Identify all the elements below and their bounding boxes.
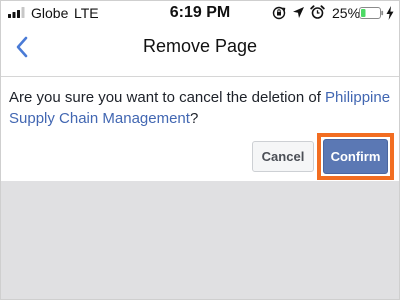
carrier-name: Globe xyxy=(31,5,69,21)
network-type: LTE xyxy=(74,5,99,21)
battery-percentage: 25% xyxy=(332,5,361,21)
cancel-button[interactable]: Cancel xyxy=(252,141,314,172)
chevron-left-icon xyxy=(16,36,28,58)
alarm-clock-icon xyxy=(310,5,325,19)
dimmed-background xyxy=(1,181,399,299)
page-title: Remove Page xyxy=(142,36,258,56)
confirm-button[interactable]: Confirm xyxy=(323,139,388,174)
signal-bars-icon xyxy=(8,7,25,18)
message-prefix: Are you sure you want to cancel the dele… xyxy=(9,89,326,106)
charging-bolt-icon xyxy=(386,6,394,20)
app-frame: Globe LTE 6:19 PM 25% Remove Page Are yo… xyxy=(0,0,400,300)
location-arrow-icon xyxy=(293,7,304,18)
battery-icon xyxy=(359,7,384,19)
confirmation-dialog: Are you sure you want to cancel the dele… xyxy=(1,77,399,181)
navigation-bar: Remove Page xyxy=(1,25,399,69)
confirmation-message: Are you sure you want to cancel the dele… xyxy=(9,87,391,129)
status-bar: Globe LTE 6:19 PM 25% xyxy=(1,1,399,25)
message-suffix: ? xyxy=(189,110,199,127)
rotation-lock-icon xyxy=(272,6,286,20)
back-button[interactable] xyxy=(9,32,39,62)
